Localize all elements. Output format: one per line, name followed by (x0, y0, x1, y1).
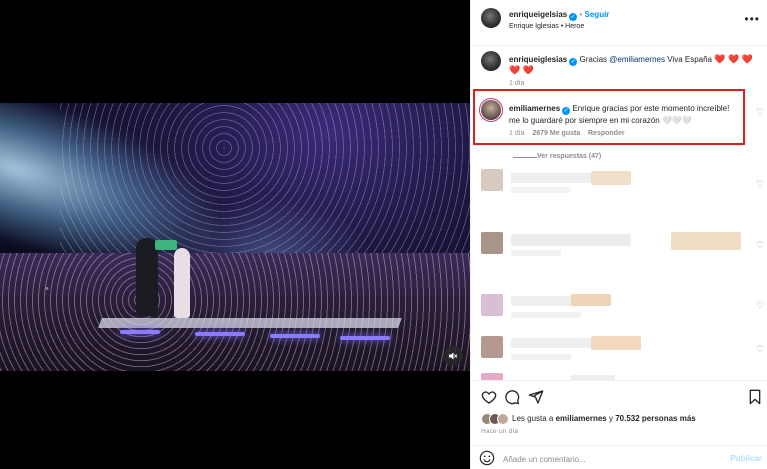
verified-badge-icon: ✓ (562, 107, 571, 115)
follow-button[interactable]: Seguir (585, 10, 610, 19)
speaker-muted-icon (449, 352, 458, 360)
post-actions (471, 380, 767, 410)
stage-neon (270, 334, 320, 338)
blurred-avatar (481, 169, 503, 191)
post-time[interactable]: Hace un día (481, 428, 518, 435)
stage (98, 318, 402, 348)
comment-avatar[interactable] (481, 100, 501, 120)
caption-username[interactable]: enriqueiglesias (509, 55, 567, 64)
caption-hearts-2: ❤️ ❤️ (509, 65, 534, 75)
like-comment-heart-icon[interactable]: ♡ (756, 107, 766, 117)
crowd (0, 253, 470, 371)
verified-badge-icon: ✓ (569, 58, 578, 66)
performer-man (136, 238, 158, 316)
comment-username[interactable]: emiliamernes (509, 104, 560, 113)
caption-text: Gracias (579, 55, 608, 64)
blurred-comment: ♡ (471, 228, 767, 278)
comment-line-1: emiliamernes ✓ Enrique gracias por este m… (509, 104, 729, 115)
comment-meta: 1 día 2679 Me gusta Responder (509, 130, 625, 137)
verified-badge-icon: ✓ (569, 13, 578, 21)
bookmark-icon[interactable] (747, 389, 763, 405)
share-icon[interactable] (528, 389, 544, 405)
emoji-icon[interactable] (479, 450, 495, 466)
reply-button[interactable]: Responder (588, 130, 625, 137)
performer-sign (155, 240, 177, 250)
blurred-avatar (481, 294, 503, 316)
heart-icon[interactable] (481, 389, 497, 405)
like-comment-heart-icon[interactable]: ♡ (756, 300, 766, 310)
more-options-icon[interactable]: ••• (744, 12, 760, 26)
performer-woman (174, 248, 190, 318)
comment-time[interactable]: 1 día (509, 130, 525, 137)
caption-text-2: Viva España (667, 55, 712, 64)
like-comment-heart-icon[interactable]: ♡ (756, 179, 766, 189)
comment-icon[interactable] (504, 389, 520, 405)
blurred-comment: ♡ (471, 165, 767, 215)
like-comment-heart-icon[interactable]: ♡ (756, 344, 766, 354)
view-replies-button[interactable]: Ver respuestas (47) (537, 153, 601, 160)
mute-button[interactable] (443, 346, 463, 366)
comment-likes[interactable]: 2679 Me gusta (532, 130, 580, 137)
audio-line[interactable]: Enrique Iglesias • Heroe (509, 23, 584, 30)
blurred-comment: ♡ (471, 332, 767, 382)
stage-neon (120, 330, 160, 334)
post-panel: enriqueigelsias ✓ • Seguir Enrique Iglesi… (470, 0, 767, 469)
caption: enriqueiglesias ✓ Gracias @emiliamernes V… (509, 54, 753, 66)
comment-input[interactable] (503, 452, 713, 466)
stage-neon (340, 336, 390, 340)
replies-divider (513, 157, 537, 158)
add-comment-bar: Publicar (471, 445, 767, 469)
likes-count[interactable]: 70.532 personas más (615, 414, 696, 423)
caption-time[interactable]: 1 día (509, 80, 525, 87)
blurred-avatar (481, 336, 503, 358)
comment-text-2: me lo guardaré por siempre en mi corazón… (509, 116, 692, 125)
blurred-avatar (481, 232, 503, 254)
caption-avatar[interactable] (481, 51, 501, 71)
caption-mention[interactable]: @emiliamernes (609, 55, 665, 64)
comment-text-1: Enrique gracias por este momento increíb… (572, 104, 730, 113)
liker-username[interactable]: emiliamernes (556, 414, 607, 423)
stage-neon (195, 332, 245, 336)
post-header: enriqueigelsias ✓ • Seguir Enrique Iglesi… (471, 0, 767, 46)
like-comment-heart-icon[interactable]: ♡ (756, 240, 766, 250)
publish-button[interactable]: Publicar (730, 454, 762, 463)
caption-hearts: ❤️ ❤️ ❤️ (714, 54, 753, 64)
media-pane (0, 0, 470, 469)
author-username[interactable]: enriqueigelsias (509, 10, 567, 19)
liker-avatar (497, 413, 509, 425)
author-avatar[interactable] (481, 8, 501, 28)
